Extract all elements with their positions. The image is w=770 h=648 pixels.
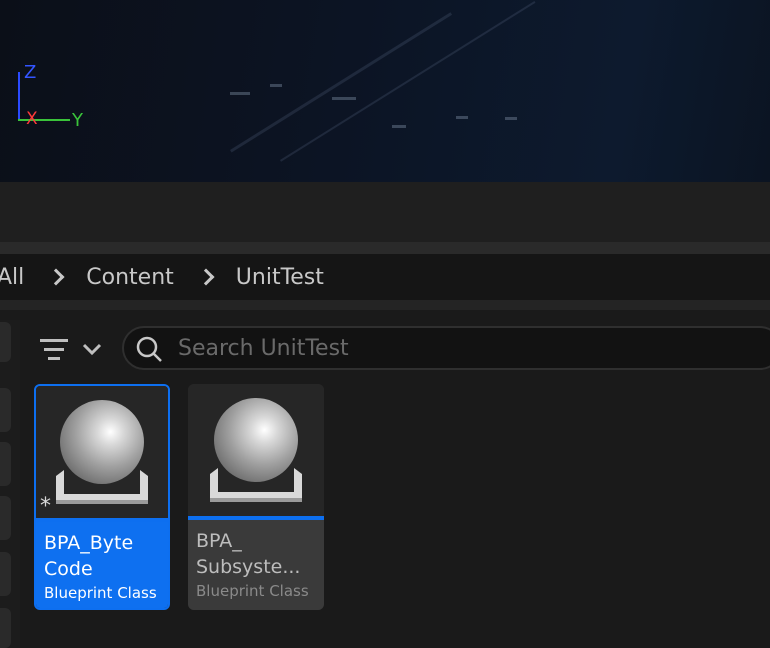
sources-panel-item[interactable] xyxy=(0,322,11,362)
z-axis-line xyxy=(18,72,20,120)
viewport-geometry-detail xyxy=(230,92,250,95)
viewport-geometry-edge xyxy=(230,12,453,153)
breadcrumb: All Content UnitTest xyxy=(0,254,770,300)
asset-name: BPA_ Subsyste... xyxy=(196,530,301,578)
viewport-geometry-detail xyxy=(270,84,282,87)
sources-panel-item[interactable] xyxy=(0,388,11,432)
asset-type-label: Blueprint Class xyxy=(44,584,157,602)
breadcrumb-item-unittest[interactable]: UnitTest xyxy=(236,265,324,290)
filter-dropdown-button[interactable] xyxy=(36,330,108,370)
content-browser-toolbar xyxy=(0,182,770,242)
sources-panel-item[interactable] xyxy=(0,442,11,486)
chevron-right-icon[interactable] xyxy=(197,268,215,286)
panel-divider xyxy=(0,300,770,310)
z-axis-label: Z xyxy=(24,62,37,83)
search-input[interactable] xyxy=(178,334,738,362)
pedestal-icon xyxy=(210,468,302,502)
asset-type-label: Blueprint Class xyxy=(196,582,309,600)
modified-asterisk-icon: * xyxy=(40,494,51,519)
breadcrumb-item-content[interactable]: Content xyxy=(86,265,174,290)
asset-info: BPA_ Subsyste... Blueprint Class xyxy=(188,520,324,610)
asset-thumbnail: * xyxy=(36,386,168,518)
viewport-geometry-detail xyxy=(505,117,517,120)
search-box[interactable] xyxy=(122,326,770,370)
search-icon xyxy=(136,336,162,362)
viewport-geometry-detail xyxy=(332,97,356,100)
axis-gizmo: Z X Y xyxy=(14,62,94,132)
viewport-geometry-edge xyxy=(280,1,536,162)
level-viewport[interactable]: Z X Y xyxy=(0,0,770,182)
sources-panel-item[interactable] xyxy=(0,608,11,648)
viewport-geometry-detail xyxy=(456,116,468,119)
x-axis-label: X xyxy=(26,109,38,129)
asset-thumbnail xyxy=(188,384,324,516)
sources-panel-item[interactable] xyxy=(0,496,11,540)
sources-panel xyxy=(0,320,20,648)
sources-panel-item[interactable] xyxy=(0,552,11,596)
breadcrumb-item-all[interactable]: All xyxy=(0,265,24,290)
asset-tile-bpa-subsystem[interactable]: BPA_ Subsyste... Blueprint Class xyxy=(188,384,324,610)
y-axis-label: Y xyxy=(72,110,83,131)
filter-lines-icon xyxy=(40,339,102,360)
asset-tile-bpa-bytecode[interactable]: * BPA_Byte Code Blueprint Class xyxy=(34,384,170,610)
asset-info: BPA_Byte Code Blueprint Class xyxy=(36,522,168,608)
viewport-geometry-detail xyxy=(392,125,406,128)
asset-name: BPA_Byte Code xyxy=(44,532,134,580)
panel-divider xyxy=(0,242,770,254)
chevron-right-icon[interactable] xyxy=(47,268,65,286)
pedestal-icon xyxy=(56,470,148,504)
